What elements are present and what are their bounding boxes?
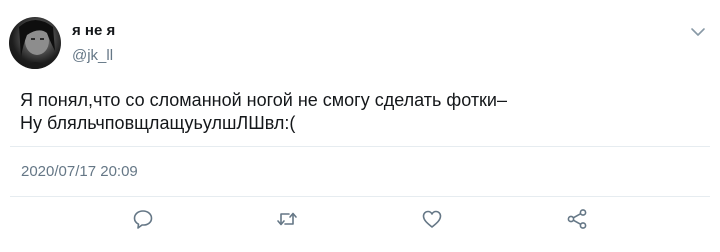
tweet-text: Я понял,что со сломанной ногой не смогу … bbox=[20, 90, 508, 133]
heart-icon[interactable] bbox=[420, 207, 444, 231]
avatar[interactable] bbox=[9, 17, 61, 69]
retweet-icon[interactable] bbox=[275, 207, 299, 231]
tweet-card: я не я @jk_ll Я понял,что со сломанной н… bbox=[0, 0, 720, 252]
tweet-timestamp[interactable]: 2020/07/17 20:09 bbox=[21, 163, 138, 181]
reply-icon[interactable] bbox=[131, 207, 155, 231]
chevron-down-icon[interactable] bbox=[688, 24, 708, 40]
divider bbox=[10, 146, 710, 147]
user-handle[interactable]: @jk_ll bbox=[72, 47, 113, 65]
divider bbox=[10, 196, 710, 197]
share-icon[interactable] bbox=[565, 207, 589, 231]
display-name[interactable]: я не я bbox=[72, 22, 115, 40]
